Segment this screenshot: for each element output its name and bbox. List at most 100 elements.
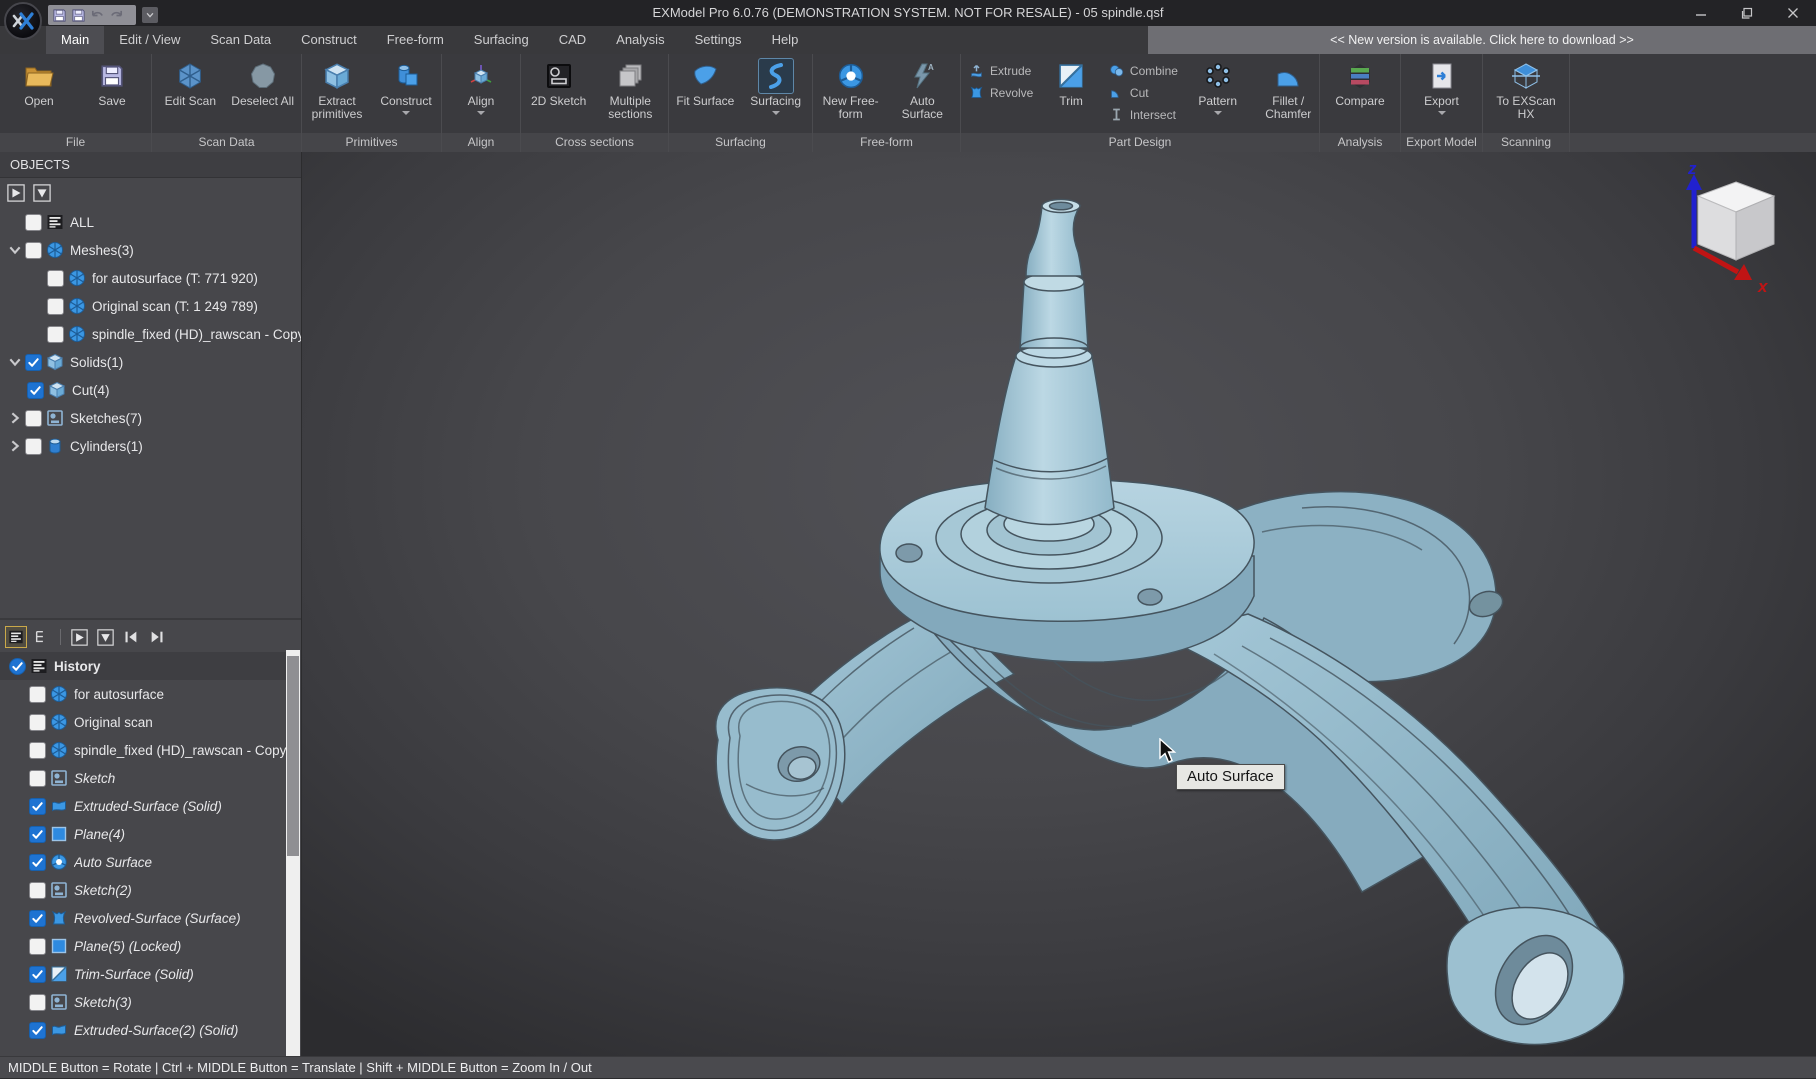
history-skip-end-icon[interactable] <box>147 627 167 647</box>
history-root-item[interactable]: History <box>0 652 288 680</box>
update-banner[interactable]: << New version is available. Click here … <box>1148 26 1816 54</box>
to-exscan-hx-button[interactable]: To EXScan HX <box>1492 59 1560 121</box>
menu-surfacing[interactable]: Surfacing <box>459 26 544 54</box>
checkbox[interactable] <box>29 770 46 787</box>
tree-item-cut[interactable]: Cut(4) <box>0 376 301 404</box>
tree-item-sketches[interactable]: Sketches(7) <box>0 404 301 432</box>
history-item[interactable]: Plane(4) <box>0 820 288 848</box>
checkbox[interactable] <box>25 410 42 427</box>
menu-free-form[interactable]: Free-form <box>372 26 459 54</box>
fillet-chamfer-button[interactable]: Fillet / Chamfer <box>1257 59 1319 121</box>
save-button[interactable]: Save <box>78 59 146 108</box>
chevron-right-icon[interactable] <box>7 410 23 426</box>
extract-primitives-button[interactable]: Extract primitives <box>303 59 371 121</box>
history-item[interactable]: Auto Surface <box>0 848 288 876</box>
history-item[interactable]: spindle_fixed (HD)_rawscan - Copy <box>0 736 288 764</box>
tree-item-meshes[interactable]: Meshes(3) <box>0 236 301 264</box>
align-dropdown-icon[interactable] <box>477 111 485 115</box>
extrude-button[interactable]: Extrude <box>969 63 1033 78</box>
maximize-button[interactable] <box>1724 0 1770 26</box>
menu-main[interactable]: Main <box>46 26 104 54</box>
auto-surface-button[interactable]: A Auto Surface <box>888 59 956 121</box>
checkbox[interactable] <box>29 938 46 955</box>
intersect-button[interactable]: Intersect <box>1109 107 1178 122</box>
checkbox-checked[interactable] <box>29 854 46 871</box>
cut-button[interactable]: Cut <box>1109 85 1178 100</box>
checkbox[interactable] <box>25 214 42 231</box>
checkbox[interactable] <box>25 242 42 259</box>
history-item[interactable]: Revolved-Surface (Surface) <box>0 904 288 932</box>
surfacing-button[interactable]: Surfacing <box>742 59 810 115</box>
tree-item-for-autosurface[interactable]: for autosurface (T: 771 920) <box>0 264 301 292</box>
filter-icon[interactable] <box>32 183 52 203</box>
orientation-cube[interactable]: z x <box>1660 156 1810 306</box>
history-list-view-icon[interactable] <box>6 627 26 647</box>
menu-analysis[interactable]: Analysis <box>601 26 679 54</box>
surfacing-dropdown-icon[interactable] <box>772 111 780 115</box>
chevron-right-icon[interactable] <box>7 438 23 454</box>
tree-item-all[interactable]: ALL <box>0 208 301 236</box>
checkbox-checked[interactable] <box>29 910 46 927</box>
tree-item-original-scan[interactable]: Original scan (T: 1 249 789) <box>0 292 301 320</box>
menu-scan-data[interactable]: Scan Data <box>195 26 286 54</box>
construct-button[interactable]: Construct <box>372 59 440 115</box>
history-play-icon[interactable] <box>69 627 89 647</box>
checkbox-checked[interactable] <box>29 826 46 843</box>
minimize-button[interactable] <box>1678 0 1724 26</box>
tree-item-spindle-fixed[interactable]: spindle_fixed (HD)_rawscan - Copy <box>0 320 301 348</box>
align-button[interactable]: Align <box>447 59 515 115</box>
menu-edit-view[interactable]: Edit / View <box>104 26 195 54</box>
history-skip-start-icon[interactable] <box>121 627 141 647</box>
viewport-3d[interactable]: z x Auto Surface <box>302 152 1816 1056</box>
panel-splitter[interactable] <box>0 618 301 620</box>
checkbox-checked[interactable] <box>29 798 46 815</box>
history-item[interactable]: Plane(5) (Locked) <box>0 932 288 960</box>
history-item[interactable]: Extruded-Surface(2) (Solid) <box>0 1016 288 1044</box>
trim-button[interactable]: Trim <box>1043 59 1099 108</box>
fit-surface-button[interactable]: Fit Surface <box>671 59 739 108</box>
revolve-button[interactable]: Revolve <box>969 85 1033 100</box>
checkbox[interactable] <box>29 742 46 759</box>
combine-button[interactable]: Combine <box>1109 63 1178 78</box>
app-logo-icon[interactable] <box>4 2 42 40</box>
construct-dropdown-icon[interactable] <box>402 111 410 115</box>
multiple-sections-button[interactable]: Multiple sections <box>596 59 664 121</box>
export-dropdown-icon[interactable] <box>1438 111 1446 115</box>
menu-help[interactable]: Help <box>757 26 814 54</box>
tree-item-solids[interactable]: Solids(1) <box>0 348 301 376</box>
history-item[interactable]: Sketch(2) <box>0 876 288 904</box>
history-filter-icon[interactable] <box>95 627 115 647</box>
history-item[interactable]: Extruded-Surface (Solid) <box>0 792 288 820</box>
checkbox[interactable] <box>47 298 64 315</box>
menu-construct[interactable]: Construct <box>286 26 372 54</box>
checkbox[interactable] <box>47 326 64 343</box>
menu-settings[interactable]: Settings <box>680 26 757 54</box>
chevron-down-icon[interactable] <box>7 242 23 258</box>
checkbox[interactable] <box>29 714 46 731</box>
expand-all-icon[interactable] <box>6 183 26 203</box>
history-item[interactable]: Trim-Surface (Solid) <box>0 960 288 988</box>
compare-button[interactable]: Compare <box>1326 59 1394 108</box>
chevron-down-icon[interactable] <box>7 354 23 370</box>
checkbox[interactable] <box>29 686 46 703</box>
pattern-button[interactable]: Pattern <box>1188 59 1248 115</box>
checkbox[interactable] <box>47 270 64 287</box>
checkbox-checked[interactable] <box>27 382 44 399</box>
checkbox[interactable] <box>29 994 46 1011</box>
checkbox-checked[interactable] <box>9 658 26 675</box>
history-item[interactable]: Original scan <box>0 708 288 736</box>
checkbox-checked[interactable] <box>29 1022 46 1039</box>
history-item[interactable]: Sketch(3) <box>0 988 288 1016</box>
close-button[interactable] <box>1770 0 1816 26</box>
tree-item-cylinders[interactable]: Cylinders(1) <box>0 432 301 460</box>
history-scrollbar-thumb[interactable] <box>287 656 299 856</box>
checkbox-checked[interactable] <box>29 966 46 983</box>
deselect-all-button[interactable]: Deselect All <box>229 59 297 108</box>
history-item[interactable]: Sketch <box>0 764 288 792</box>
history-scrollbar[interactable] <box>286 650 300 1056</box>
export-button[interactable]: Export <box>1408 59 1476 115</box>
history-tree-view-icon[interactable] <box>32 627 52 647</box>
edit-scan-button[interactable]: Edit Scan <box>156 59 224 108</box>
menu-cad[interactable]: CAD <box>544 26 601 54</box>
history-item[interactable]: for autosurface <box>0 680 288 708</box>
